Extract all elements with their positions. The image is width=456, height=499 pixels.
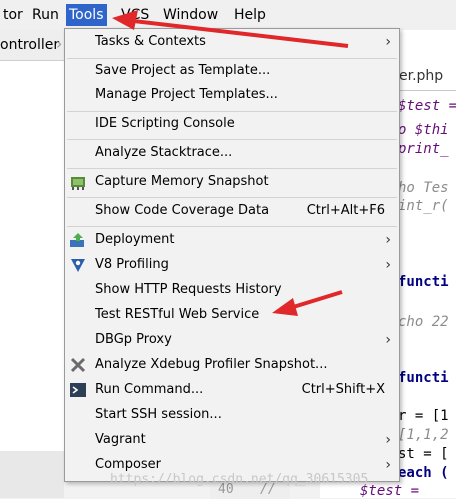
- v8-icon: [71, 259, 85, 272]
- menu-item-dbgp-proxy[interactable]: DBGp Proxy ›: [65, 328, 399, 352]
- menu-item-analyze-stacktrace[interactable]: Analyze Stacktrace...: [65, 141, 399, 165]
- submenu-arrow-icon: ›: [385, 232, 391, 248]
- xdebug-icon: [70, 357, 86, 373]
- editor-tab-label: er.php: [399, 68, 444, 84]
- code-line: $test = n: [398, 98, 456, 114]
- menu-separator: [67, 226, 397, 227]
- menu-item-label: Tasks & Contexts: [95, 34, 206, 49]
- menu-item-vagrant[interactable]: Vagrant ›: [65, 428, 399, 452]
- code-line: [1,1,2: [398, 427, 449, 443]
- submenu-arrow-icon: ›: [385, 257, 391, 273]
- menu-item-shortcut: Ctrl+Shift+X: [301, 382, 385, 397]
- menu-editor[interactable]: tor: [0, 4, 26, 26]
- editor-tab[interactable]: er.php: [396, 62, 456, 90]
- menu-item-label: Analyze Stacktrace...: [95, 145, 233, 160]
- menu-item-label: DBGp Proxy: [95, 332, 172, 347]
- menu-item-deployment[interactable]: Deployment ›: [65, 228, 399, 252]
- menu-vcs[interactable]: VCS: [118, 4, 152, 26]
- submenu-arrow-icon: ›: [385, 457, 391, 473]
- menu-item-label: Manage Project Templates...: [95, 87, 278, 102]
- project-panel[interactable]: [0, 61, 64, 451]
- menu-item-save-project-template[interactable]: Save Project as Template...: [65, 59, 399, 83]
- code-line: functi: [398, 274, 449, 290]
- menu-item-test-restful-web-service[interactable]: Test RESTful Web Service: [65, 303, 399, 327]
- menu-item-label: Start SSH session...: [95, 407, 222, 422]
- menu-item-show-http-requests-history[interactable]: Show HTTP Requests History: [65, 278, 399, 302]
- memory-chip-icon: [71, 177, 85, 190]
- menu-item-label: Deployment: [95, 232, 175, 247]
- watermark: https://blog.csdn.net/qq_30615305: [110, 472, 369, 487]
- menu-item-label: Run Command...: [95, 382, 204, 397]
- code-line: $test =: [360, 483, 420, 499]
- menu-window-label: Window: [163, 7, 219, 23]
- menu-item-label: Analyze Xdebug Profiler Snapshot...: [95, 357, 328, 372]
- code-line: st = [: [398, 446, 449, 462]
- menu-run[interactable]: Run: [29, 4, 62, 26]
- menu-item-tasks-contexts[interactable]: Tasks & Contexts ›: [65, 30, 399, 54]
- code-line: r = [1: [398, 408, 449, 424]
- breadcrumb: ontroller ›: [0, 30, 64, 61]
- submenu-arrow-icon: ›: [385, 34, 391, 50]
- menu-item-start-ssh-session[interactable]: Start SSH session...: [65, 403, 399, 427]
- menu-item-v8-profiling[interactable]: V8 Profiling ›: [65, 253, 399, 277]
- terminal-icon: [70, 383, 86, 397]
- menu-item-label: Capture Memory Snapshot: [95, 174, 269, 189]
- menu-item-label: IDE Scripting Console: [95, 116, 235, 131]
- code-line: int_r(: [398, 198, 449, 214]
- tools-dropdown-menu: Tasks & Contexts › Save Project as Templ…: [64, 28, 400, 482]
- menu-tools[interactable]: Tools: [66, 4, 107, 26]
- menu-item-show-code-coverage[interactable]: Show Code Coverage Data Ctrl+Alt+F6: [65, 199, 399, 223]
- menu-bar: tor Run Tools VCS Window Help: [0, 0, 456, 30]
- menu-item-label: Vagrant: [95, 432, 146, 447]
- status-strip: [0, 451, 64, 498]
- menu-run-label: Run: [32, 7, 59, 23]
- menu-item-shortcut: Ctrl+Alt+F6: [306, 203, 385, 218]
- menu-vcs-label: VCS: [121, 7, 150, 23]
- code-line: ho Tes: [398, 180, 449, 196]
- menu-item-label: Save Project as Template...: [95, 63, 271, 78]
- menu-separator: [67, 139, 397, 140]
- menu-item-analyze-xdebug[interactable]: Analyze Xdebug Profiler Snapshot...: [65, 353, 399, 377]
- menu-item-ide-scripting-console[interactable]: IDE Scripting Console: [65, 112, 399, 136]
- menu-item-label: V8 Profiling: [95, 257, 169, 272]
- menu-item-manage-project-templates[interactable]: Manage Project Templates...: [65, 83, 399, 107]
- deployment-icon: [70, 233, 84, 247]
- menu-window[interactable]: Window: [160, 4, 221, 26]
- breadcrumb-item[interactable]: ontroller: [0, 37, 59, 53]
- menu-item-label: Show HTTP Requests History: [95, 282, 282, 297]
- menu-item-label: Test RESTful Web Service: [95, 307, 260, 322]
- submenu-arrow-icon: ›: [385, 432, 391, 448]
- menu-item-label: Show Code Coverage Data: [95, 203, 270, 218]
- code-line: o $thi: [398, 122, 449, 138]
- code-line: each (: [398, 465, 449, 481]
- chevron-right-icon: ›: [56, 34, 63, 53]
- code-line: print_: [398, 141, 449, 157]
- code-line: cho 22: [398, 314, 449, 330]
- menu-help-label: Help: [234, 7, 266, 23]
- menu-item-capture-memory-snapshot[interactable]: Capture Memory Snapshot: [65, 170, 399, 194]
- menu-help[interactable]: Help: [231, 4, 269, 26]
- submenu-arrow-icon: ›: [385, 332, 391, 348]
- menu-tools-label: Tools: [69, 7, 104, 23]
- menu-item-run-command[interactable]: Run Command... Ctrl+Shift+X: [65, 378, 399, 402]
- menu-separator: [67, 168, 397, 169]
- code-line: functi: [398, 370, 449, 386]
- menu-separator: [67, 197, 397, 198]
